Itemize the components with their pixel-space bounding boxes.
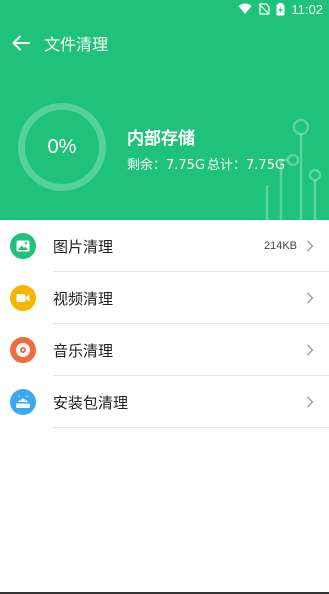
battery-charging-icon [276,2,285,16]
no-sim-icon [258,3,271,15]
video-icon [10,285,36,311]
music-clean-item[interactable]: 音乐清理 [0,324,329,376]
storage-header: 11:02 文件清理 0% 内部存储 剩余：7.75G 总计：7.75G [0,0,329,220]
back-button[interactable] [10,32,32,54]
usage-percent: 0% [47,135,77,158]
chevron-right-icon [303,343,317,357]
item-label: 视频清理 [53,289,114,308]
page-title: 文件清理 [44,35,109,54]
music-disc-icon [10,337,36,363]
wifi-icon [238,3,252,15]
usage-progress-ring: 0% [18,103,106,191]
divider [53,427,329,428]
storage-title: 内部存储 [127,129,195,149]
arrow-left-icon [12,35,30,51]
chevron-right-icon [303,395,317,409]
item-label: 图片清理 [53,237,114,256]
storage-summary: 剩余：7.75G 总计：7.75G [127,154,285,173]
clean-category-list: 图片清理 214KB 视频清理 音乐清理 安装包清理 [0,220,329,428]
item-label: 安装包清理 [53,393,129,412]
image-clean-item[interactable]: 图片清理 214KB [0,220,329,272]
image-icon [10,233,36,259]
video-clean-item[interactable]: 视频清理 [0,272,329,324]
item-size: 214KB [263,240,297,252]
chevron-right-icon [303,291,317,305]
apk-icon [10,389,36,415]
item-label: 音乐清理 [53,341,114,360]
top-app-bar: 文件清理 [0,28,329,58]
chevron-right-icon [303,239,317,253]
storage-remaining: 剩余：7.75G [127,158,206,173]
status-bar: 11:02 [238,0,329,18]
apk-clean-item[interactable]: 安装包清理 [0,376,329,428]
storage-total: 总计：7.75G [207,158,286,173]
status-time: 11:02 [291,1,323,17]
